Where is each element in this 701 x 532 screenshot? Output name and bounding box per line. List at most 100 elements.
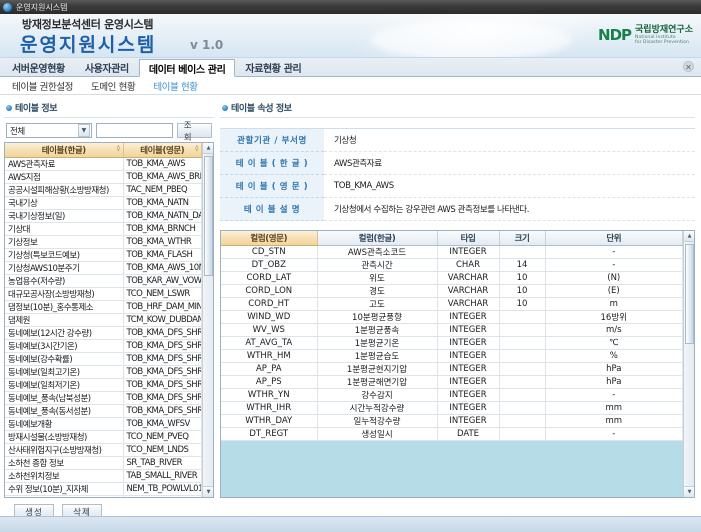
column-row[interactable]: WTHR_DAY 일누적강수량 INTEGER mm	[221, 414, 683, 428]
cell-column-english: WTHR_IHR	[221, 401, 318, 415]
table-row[interactable]: 국내기상 TOB_KMA_NATN	[5, 196, 202, 210]
col-header-column-korean[interactable]: 컬럼(한글)	[317, 231, 438, 246]
column-row[interactable]: DT_OBZ 관측시간 CHAR 14-	[221, 258, 683, 272]
col-header-column-english[interactable]: 컬럼(영문)	[221, 231, 318, 246]
table-row[interactable]: 산사태위험지구(소방방재청) TCO_NEM_LNDS	[5, 443, 202, 457]
cell-table-korean: 동네예보개황	[5, 417, 124, 431]
column-row[interactable]: AP_PS 1분평균해면기압 INTEGER hPa	[221, 375, 683, 389]
cell-type: VARCHAR	[437, 271, 500, 285]
cell-column-korean: 1분평균기온	[317, 336, 438, 350]
tab-database-management[interactable]: 데이터 베이스 관리	[138, 59, 236, 77]
logo-korean-name: 국립방재연구소	[635, 25, 693, 35]
table-row[interactable]: 수위 정보(10분)_홍수통제소TOB_HRF_WL_MIN10	[5, 495, 202, 497]
cell-table-english: TOB_KMA_WFSV	[123, 417, 202, 431]
tab-data-status-management[interactable]: 자료현황 관리	[235, 58, 311, 76]
table-info-heading-label: 테이블 정보	[15, 104, 58, 114]
scrollbar-thumb[interactable]	[204, 156, 213, 276]
table-row[interactable]: 공공시설피해상황(소방방재청) TAC_NEM_PBEQ	[5, 183, 202, 197]
scrollbar-thumb[interactable]	[685, 244, 694, 344]
cell-type: INTEGER	[437, 401, 500, 415]
search-button[interactable]: 조 회	[176, 121, 212, 143]
col-header-table-korean[interactable]: 테이블(한글) ◊	[5, 143, 124, 158]
table-list-scrollbar[interactable]: ▲ ▼	[202, 143, 213, 497]
col-header-type[interactable]: 타입	[437, 231, 500, 246]
table-row[interactable]: 대규모공사장(소방방재청) TCO_NEM_LSWR	[5, 287, 202, 301]
cell-table-korean: 동네예보(12시간 강수량)	[5, 326, 124, 340]
table-row[interactable]: 소하천위치정보 TAB_SMALL_RIVER	[5, 469, 202, 483]
table-row[interactable]: 동네예보(일최저기온)TOB_KMA_DFS_SHRT_TMN	[5, 378, 202, 392]
chevron-down-icon[interactable]: ▼	[77, 124, 90, 137]
cell-table-korean: 기상정보	[5, 235, 124, 249]
table-row[interactable]: 댐제원TCM_KOW_DUBDAMSPC	[5, 313, 202, 327]
column-row[interactable]: WV_WS 1분평균풍속 INTEGER m/s	[221, 323, 683, 337]
column-row[interactable]: CORD_LON 경도 VARCHAR 10 (E)	[221, 284, 683, 298]
tab-user-management[interactable]: 사용자관리	[75, 58, 139, 76]
table-row[interactable]: 수위 정보(10분)_지자체 NEM_TB_POWLVL01	[5, 482, 202, 496]
table-row[interactable]: 기상청(특보코드예보) TOB_KMA_FLASH	[5, 248, 202, 262]
table-row[interactable]: 국내기상정보(일) TOB_KMA_NATN_DAY	[5, 209, 202, 223]
search-input[interactable]	[95, 123, 173, 138]
col-header-size[interactable]: 크기	[499, 231, 546, 246]
cell-table-english: TOB_KMA_AWS_10M	[123, 261, 202, 275]
sort-icon[interactable]: ◊	[117, 145, 120, 152]
table-row[interactable]: 동네예보(강수확률)TOB_KMA_DFS_SHRT_POP	[5, 352, 202, 366]
column-list-scrollbar[interactable]: ▲ ▼	[683, 231, 694, 497]
table-list-grid[interactable]: 테이블(한글) ◊ 테이블(영문) ◊ AWS관측자료 TOB_KMA_AWS AW…	[4, 142, 214, 498]
attribute-value: 기상청	[324, 128, 695, 152]
table-row[interactable]: 동네예보(12시간 강수량)TOB_KMA_DFS_SHRT_R12	[5, 326, 202, 340]
tab-server-status[interactable]: 서버운영현황	[2, 58, 75, 76]
window-titlebar: 운영지원시스템	[0, 0, 701, 14]
cell-type: CHAR	[437, 258, 500, 272]
cell-column-korean: 시간누적강수량	[317, 401, 438, 415]
ndp-logo: NDP 국립방재연구소 National Institute for Disas…	[598, 25, 693, 45]
table-row[interactable]: 동네예보(일최고기온)TOB_KMA_DFS_SHRT_TMX	[5, 365, 202, 379]
column-row[interactable]: CD_STN AWS관측소코드 INTEGER -	[221, 245, 683, 259]
subtab-domain-status[interactable]: 도메인 현황	[91, 79, 136, 93]
table-row[interactable]: 방재시설물(소방방재청) TCO_NEM_PVEQ	[5, 430, 202, 444]
table-row[interactable]: 동네예보_풍속(남북성분)TOB_KMA_DFS_SHRT_VVV	[5, 391, 202, 405]
table-row[interactable]: 농업용수(저수량) TOB_KAR_AW_VOW	[5, 274, 202, 288]
table-row[interactable]: 기상정보 TOB_KMA_WTHR	[5, 235, 202, 249]
table-row[interactable]: 기상대 TOB_KMA_BRNCH	[5, 222, 202, 236]
column-row[interactable]: CORD_LAT 위도 VARCHAR 10 (N)	[221, 271, 683, 285]
table-row[interactable]: AWS지점TOB_KMA_AWS_BRNCH	[5, 170, 202, 184]
table-row[interactable]: 기상청AWS10분주기 TOB_KMA_AWS_10M	[5, 261, 202, 275]
table-attribute-panel: 테이블 속성 정보 관할기관 / 부서명 기상청 테 이 블 ( 한 글 ) AWS관…	[218, 95, 701, 532]
subtab-table-permission[interactable]: 테이블 권한설정	[12, 79, 73, 93]
cell-column-english: WV_WS	[221, 323, 318, 337]
cell-size	[499, 362, 546, 376]
scroll-down-icon[interactable]: ▼	[203, 486, 213, 497]
col-header-unit[interactable]: 단위	[545, 231, 683, 246]
cell-column-korean: 1분평균풍속	[317, 323, 438, 337]
table-row[interactable]: 동네예보개황 TOB_KMA_WFSV	[5, 417, 202, 431]
col-header-table-english[interactable]: 테이블(영문) ◊	[123, 143, 202, 158]
sub-tabbar: 테이블 권한설정 도메인 현황 테이블 현황	[0, 77, 701, 95]
column-row[interactable]: AP_PA 1분평균현지기압 INTEGER hPa	[221, 362, 683, 376]
table-row[interactable]: 댐정보(10분)_홍수통제소TOB_HRF_DAM_MIN10	[5, 300, 202, 314]
column-row[interactable]: DT_REGT 생성일시 DATE -	[221, 427, 683, 441]
table-row[interactable]: AWS관측자료 TOB_KMA_AWS	[5, 157, 202, 171]
scroll-down-icon[interactable]: ▼	[684, 486, 694, 497]
attribute-row: 테 이 블 설 명 기상청에서 수집하는 강우관련 AWS 관측정보를 나타낸다.	[220, 197, 695, 221]
column-row[interactable]: WTHR_YN 강수감지 INTEGER -	[221, 388, 683, 402]
scroll-up-icon[interactable]: ▲	[203, 143, 213, 154]
table-row[interactable]: 동네예보(3시간기온)TOB_KMA_DFS_SHRT_T3H	[5, 339, 202, 353]
cell-table-english: TCO_NEM_LNDS	[123, 443, 202, 457]
column-row[interactable]: WIND_WD 10분평균풍향 INTEGER 16방위	[221, 310, 683, 324]
column-list-grid[interactable]: 컬럼(영문) 컬럼(한글) 타입 크기 단위 CD_STN AWS관측소코드 INT…	[220, 230, 695, 498]
cell-size	[499, 375, 546, 389]
table-filter-select[interactable]: 전체 ▼	[6, 123, 92, 138]
close-icon[interactable]: ✕	[683, 61, 694, 72]
cell-unit: hPa	[545, 375, 683, 389]
scroll-up-icon[interactable]: ▲	[684, 231, 694, 242]
column-row[interactable]: WTHR_IHR 시간누적강수량 INTEGER mm	[221, 401, 683, 415]
sort-icon[interactable]: ◊	[195, 145, 198, 152]
column-row[interactable]: AT_AVG_TA 1분평균기온 INTEGER ℃	[221, 336, 683, 350]
column-row[interactable]: WTHR_HM 1분평균습도 INTEGER%	[221, 349, 683, 363]
subtab-table-status[interactable]: 테이블 현황	[153, 79, 198, 93]
column-row[interactable]: CORD_HT 고도 VARCHAR 10 m	[221, 297, 683, 311]
table-row[interactable]: 소하천 종합 정보 SR_TAB_RIVER	[5, 456, 202, 470]
cell-table-english: TOB_HRF_DAM_MIN10	[123, 300, 202, 314]
table-row[interactable]: 동네예보_풍속(동서성분)TOB_KMA_DFS_SHRT_UUU	[5, 404, 202, 418]
cell-size	[499, 323, 546, 337]
